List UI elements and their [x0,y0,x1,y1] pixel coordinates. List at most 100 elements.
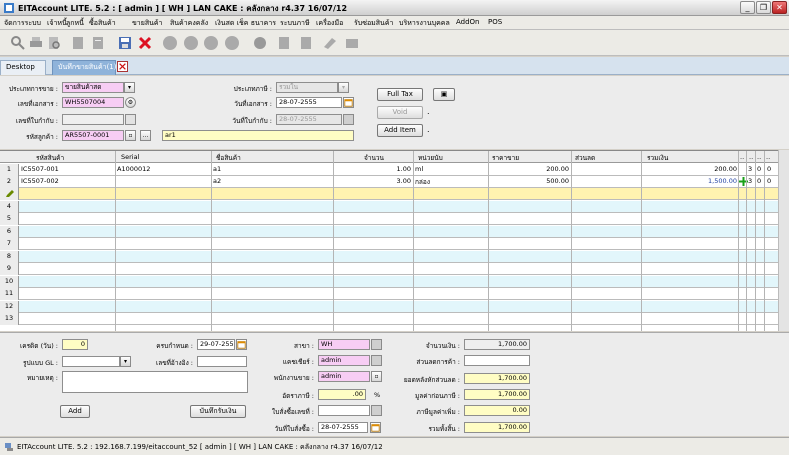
refresh-icon[interactable] [252,35,268,51]
menu-pos[interactable]: POS [488,18,502,26]
copy-icon[interactable] [90,35,106,51]
edit-icon[interactable] [322,35,338,51]
table-row[interactable]: 4 [0,201,789,213]
cashier-input[interactable]: admin [318,355,370,366]
new-row[interactable] [0,188,789,200]
col-total-header[interactable]: รวมเงิน [647,153,668,163]
print-icon[interactable] [28,35,44,51]
col-extra3-header[interactable]: .. [757,153,761,161]
table-row[interactable]: 12 [0,301,789,313]
list-icon[interactable] [298,35,314,51]
menu-hr[interactable]: บริหารงานบุคคล [399,18,450,29]
col-extra4-header[interactable]: .. [766,153,770,161]
table-row[interactable]: 6 [0,226,789,238]
col-name-header[interactable]: ชื่อสินค้า [216,153,241,163]
chevron-down-icon[interactable]: ▾ [338,82,349,93]
minimize-button[interactable]: _ [740,1,755,14]
col-qty-header[interactable]: จำนวน [364,153,384,163]
report-icon[interactable] [276,35,292,51]
menu-cash-bank[interactable]: เงินสด เช็ค ธนาคาร [215,18,276,29]
tab-desktop[interactable]: Desktop [0,60,46,75]
calendar-icon[interactable] [370,422,381,433]
invoice-date-input[interactable]: 28-07-2555 [276,114,342,125]
menu-tools[interactable]: เครื่องมือ [316,18,343,29]
menu-purchase[interactable]: ซื้อสินค้า [89,18,116,29]
salesman-lookup-icon[interactable]: ▫ [371,371,382,382]
delete-icon[interactable] [137,35,153,51]
bill-discount-input[interactable] [464,355,530,366]
close-button[interactable]: ✕ [772,1,787,14]
item-name-cell[interactable]: a2 [213,177,221,185]
item-code-cell[interactable]: IC5507-002 [21,177,59,185]
calendar-icon[interactable] [343,97,354,108]
doc-no-input[interactable]: WH5507004 [62,97,124,108]
table-row[interactable]: 2 IC5507-002 a2 3.00 กล่อง 500.00 1,500.… [0,176,789,188]
grid-scrollbar[interactable] [778,150,789,331]
preview-icon[interactable] [46,35,62,51]
table-row[interactable]: 9 [0,263,789,275]
ref-doc-input[interactable] [197,356,247,367]
gear-icon[interactable]: ⚙ [125,97,136,108]
serial-cell[interactable]: A1000012 [117,165,150,173]
customer-code-input[interactable]: AR5507-0001 [62,130,124,141]
full-tax-button[interactable]: Full Tax [377,88,423,101]
chevron-down-icon[interactable]: ▾ [120,356,131,367]
more-button[interactable]: … [140,130,151,141]
menu-debtor[interactable]: ลูกหนี้ [66,18,84,29]
table-row[interactable]: 1 IC5507-001 A1000012 a1 1.00 ml 200.00 … [0,164,789,176]
add-button[interactable]: Add [60,405,90,418]
salesman-input[interactable]: admin [318,371,370,382]
void-button[interactable]: Void [377,106,423,119]
col-extra2-header[interactable]: .. [749,153,753,161]
po-date-input[interactable]: 28-07-2555 [318,422,368,433]
restore-button[interactable]: ❐ [756,1,771,14]
menu-addon[interactable]: AddOn [456,18,480,26]
add-item-button[interactable]: Add Item [377,124,423,137]
ref-no-input[interactable] [62,114,124,125]
customer-lookup-icon[interactable]: ▫ [125,130,136,141]
tab-sales-record[interactable]: บันทึกขายสินค้า(1) [52,60,117,75]
previous-record-icon[interactable] [183,35,199,51]
calendar-icon[interactable] [236,339,247,350]
document-icon[interactable] [70,35,86,51]
table-row[interactable]: 8 [0,251,789,263]
col-price-header[interactable]: ราคาขาย [492,153,519,163]
find-icon[interactable] [10,35,26,51]
next-record-icon[interactable] [203,35,219,51]
doc-date-input[interactable]: 28-07-2555 [276,97,342,108]
table-row[interactable]: 5 [0,213,789,225]
remark-textarea[interactable] [62,371,248,393]
qty-cell[interactable]: 3.00 [335,177,411,185]
price-cell[interactable]: 200.00 [490,165,569,173]
close-tab-icon[interactable] [117,61,128,72]
unit-cell[interactable]: กล่อง [415,177,430,187]
menu-creditor[interactable]: เจ้าหนี้ [47,18,67,29]
due-date-input[interactable]: 29-07-2555 [197,339,235,350]
receive-payment-button[interactable]: บันทึกรับเงิน [190,405,246,418]
price-cell[interactable]: 500.00 [490,177,569,185]
col-discount-header[interactable]: ส่วนลด [575,153,595,163]
save-icon[interactable] [117,35,133,51]
table-row[interactable]: 13 [0,313,789,325]
menu-tax[interactable]: ระบบภาษี [280,18,310,29]
table-row[interactable]: 7 [0,238,789,250]
menu-sale[interactable]: ขายสินค้า [132,18,163,29]
qty-cell[interactable]: 1.00 [335,165,411,173]
menu-repair[interactable]: รับซ่อมสินค้า [354,18,393,29]
clear-icon[interactable] [344,35,360,51]
tax-type-select[interactable]: รวมใน [276,82,338,93]
col-code-header[interactable]: รหัสสินค้า [36,153,64,163]
credit-days-input[interactable]: 0 [62,339,88,350]
last-record-icon[interactable] [224,35,240,51]
item-name-cell[interactable]: a1 [213,165,221,173]
branch-input[interactable]: WH [318,339,370,350]
print-tax-icon[interactable]: ▣ [433,88,455,101]
table-row[interactable]: 11 [0,288,789,300]
item-code-cell[interactable]: IC5507-001 [21,165,59,173]
chevron-down-icon[interactable]: ▾ [124,82,135,93]
tax-rate-input[interactable]: .00 [318,389,366,400]
unit-cell[interactable]: ml [415,165,423,173]
table-row[interactable]: 10 [0,276,789,288]
menu-inventory[interactable]: สินค้าคงคลัง [170,18,208,29]
gl-format-select[interactable] [62,356,120,367]
